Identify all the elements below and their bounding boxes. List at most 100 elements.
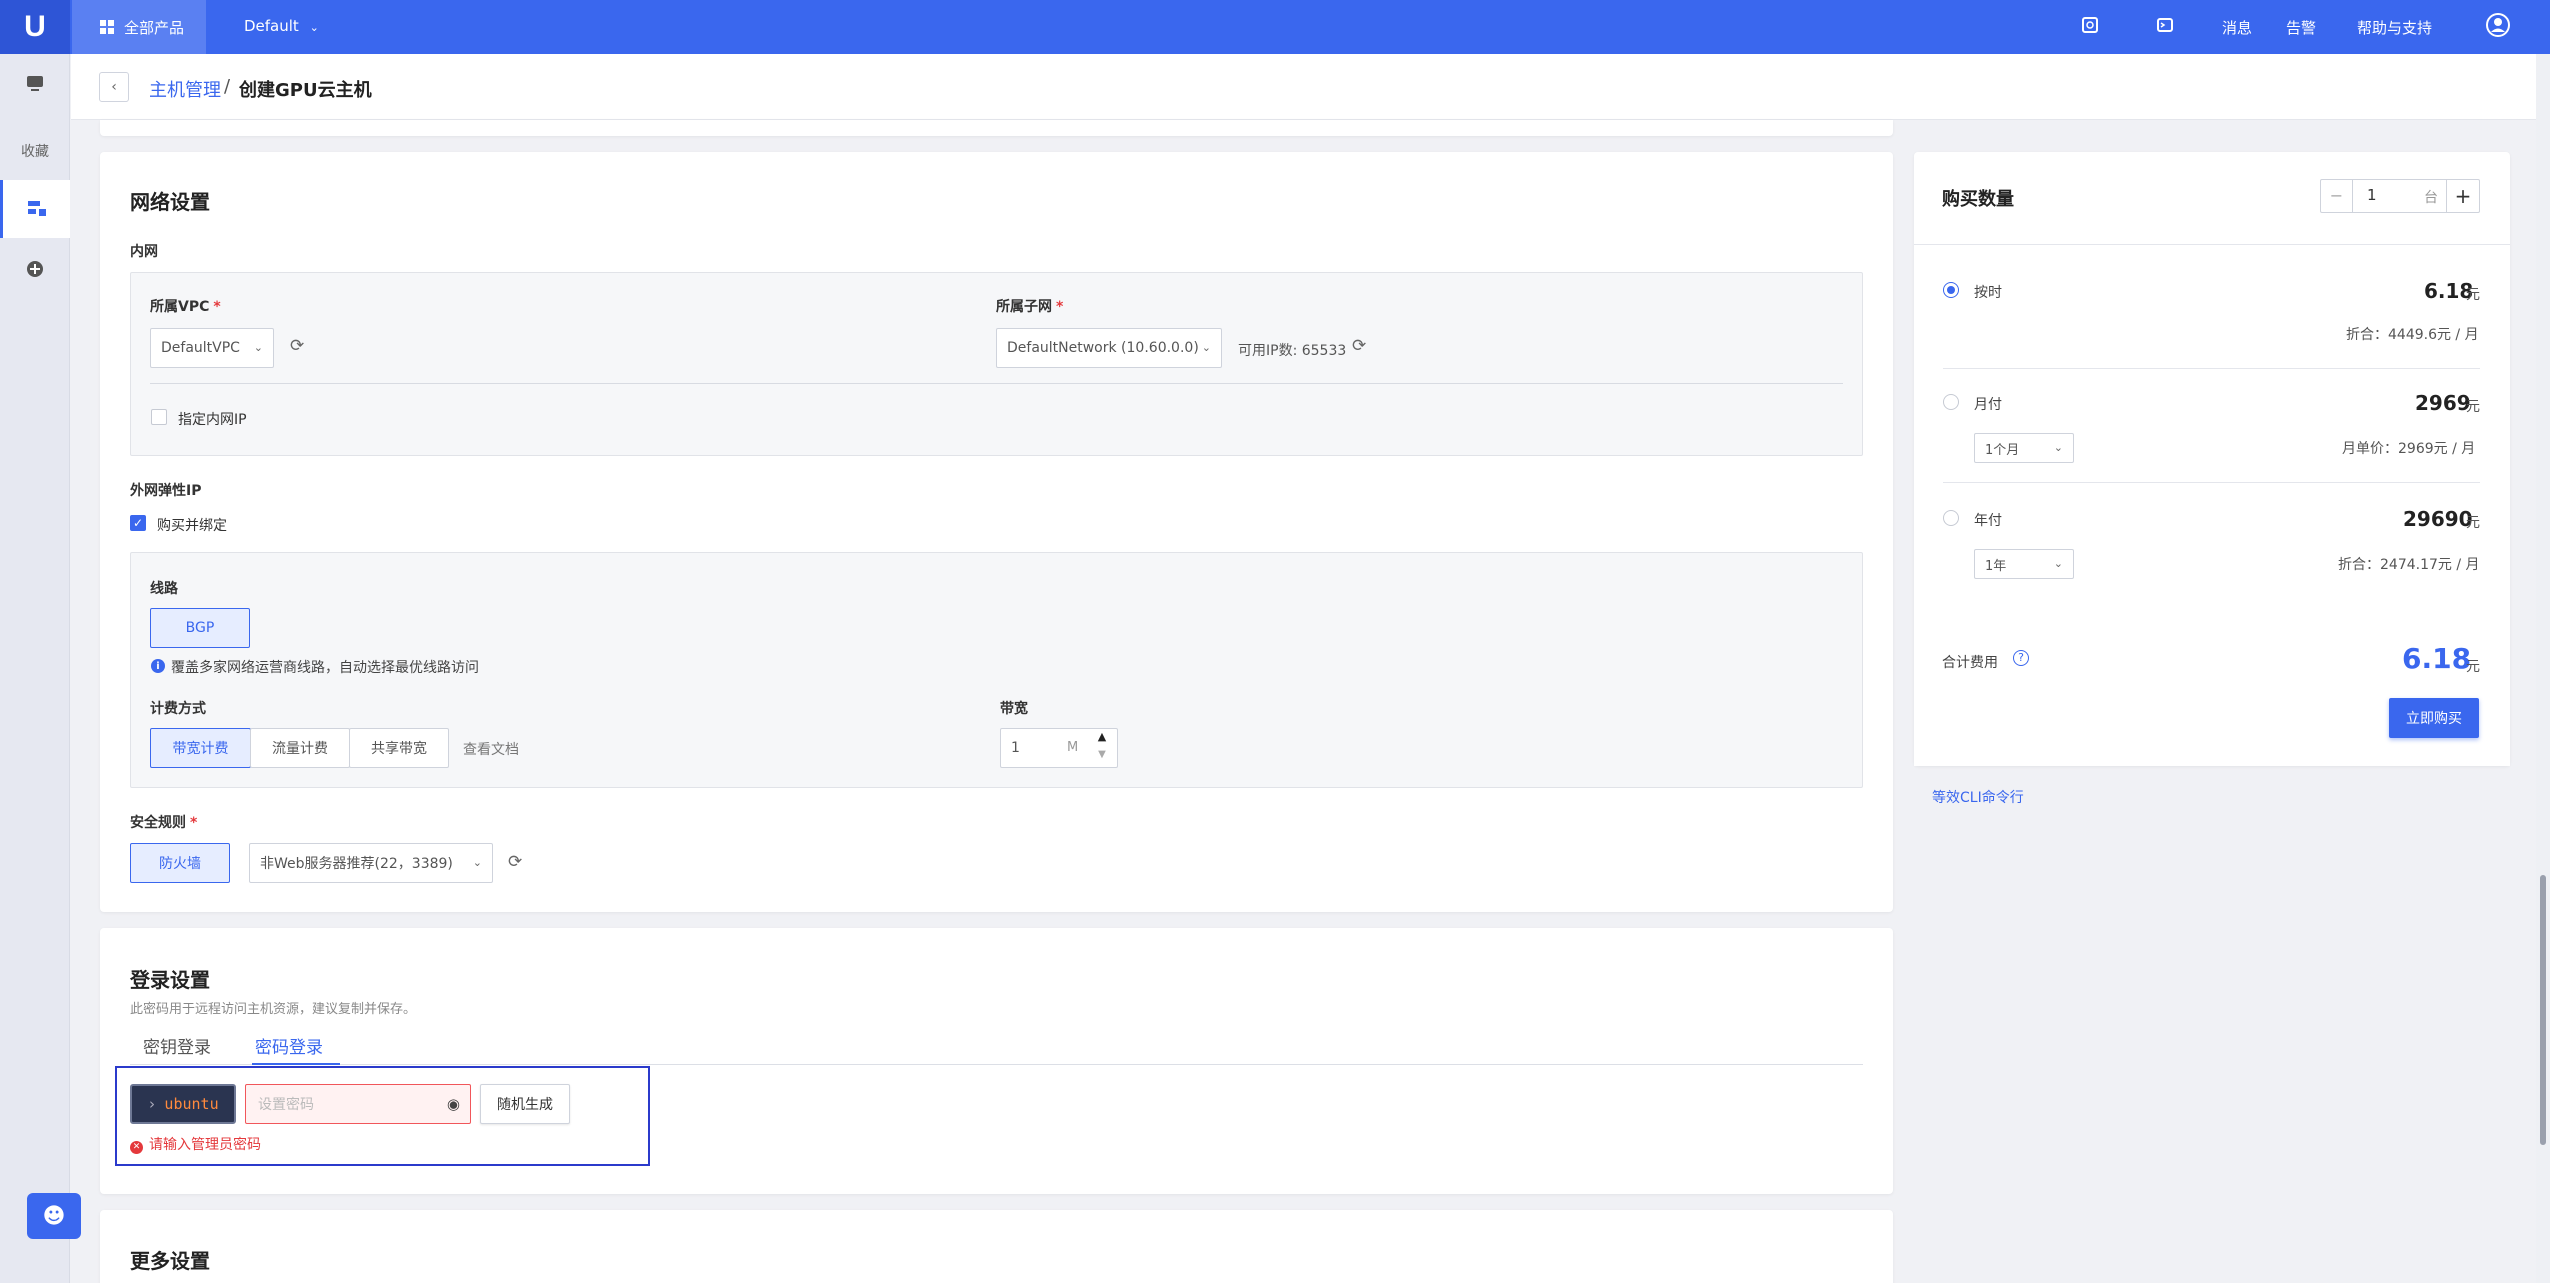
billing-traffic-button[interactable]: 流量计费 [250, 728, 350, 768]
line-bgp-button[interactable]: BGP [150, 608, 250, 648]
tab-active-indicator [252, 1063, 340, 1065]
purchase-title: 购买数量 [1942, 189, 2014, 210]
chevron-down-icon: ⌄ [2053, 441, 2063, 454]
password-error: ✕ 请输入管理员密码 [130, 1134, 261, 1154]
cli-link[interactable]: 等效CLI命令行 [1932, 787, 2024, 807]
breadcrumb-separator: / [224, 76, 231, 97]
bandwidth-stepper[interactable]: 1 M ▲ ▼ [1000, 728, 1118, 768]
view-docs-link[interactable]: 查看文档 [463, 739, 519, 759]
specify-ip-checkbox[interactable] [151, 409, 167, 425]
error-icon: ✕ [130, 1141, 143, 1154]
help-icon[interactable]: ? [2013, 650, 2029, 666]
chevron-down-icon: ⌄ [1201, 341, 1211, 354]
buy-bind-label: 购买并绑定 [157, 518, 227, 534]
subnet-label: 所属子网 * [996, 299, 1064, 315]
breadcrumb-parent[interactable]: 主机管理 [149, 76, 221, 102]
back-button[interactable]: ‹ [99, 72, 129, 102]
plan-hourly-unit: 元 [2466, 287, 2480, 303]
server-list-icon [27, 201, 46, 216]
plan-yearly-label: 年付 [1974, 513, 2002, 529]
stepper-down-icon[interactable]: ▼ [1089, 749, 1115, 767]
plan-yearly-unit: 元 [2466, 515, 2480, 531]
search-icon[interactable] [2082, 17, 2098, 37]
specify-ip-label: 指定内网IP [178, 412, 247, 428]
security-rule-value: 非Web服务器推荐(22，3389) [260, 856, 453, 872]
quantity-value[interactable]: 1 [2367, 186, 2377, 204]
chat-assistant-icon[interactable]: ☻ [27, 1193, 81, 1239]
terminal-icon[interactable] [2157, 17, 2173, 37]
bandwidth-value: 1 [1011, 740, 1020, 756]
user-avatar-icon[interactable] [2486, 13, 2510, 41]
eip-label: 外网弹性IP [130, 483, 202, 499]
total-label: 合计费用 [1942, 655, 1998, 671]
chevron-down-icon: ⌄ [253, 341, 263, 354]
vpc-select[interactable]: DefaultVPC ⌄ [150, 328, 274, 368]
plan-monthly-label: 月付 [1974, 397, 2002, 413]
network-section-title: 网络设置 [130, 190, 210, 214]
all-products-label: 全部产品 [124, 18, 185, 37]
chevron-down-icon: ⌄ [309, 21, 319, 34]
plan-monthly-unit: 元 [2466, 399, 2480, 415]
login-hint: 此密码用于远程访问主机资源，建议复制并保存。 [130, 1002, 417, 1017]
more-settings-card [100, 1210, 1893, 1283]
breadcrumb: ‹ 主机管理 / 创建GPU云主机 [71, 54, 2550, 120]
tab-divider [130, 1064, 1863, 1065]
refresh-icon[interactable]: ⟳ [508, 852, 522, 872]
monitor-icon[interactable] [0, 54, 70, 112]
network-icon[interactable] [0, 240, 70, 298]
brand-logo[interactable]: U [0, 0, 70, 54]
security-rule-select[interactable]: 非Web服务器推荐(22，3389) ⌄ [249, 843, 493, 883]
subnet-value: DefaultNetwork (10.60.0.0) [1007, 340, 1199, 356]
billing-bandwidth-button[interactable]: 带宽计费 [150, 728, 251, 768]
random-generate-button[interactable]: 随机生成 [480, 1084, 570, 1124]
network-settings-card [100, 152, 1893, 912]
plan-yearly-price: 29690 [2403, 507, 2473, 531]
plan-monthly-period: 1个月 [1985, 442, 2020, 458]
password-placeholder: 设置密码 [258, 1097, 314, 1113]
help-link[interactable]: 帮助与支持 [2357, 17, 2432, 38]
stepper-up-icon[interactable]: ▲ [1089, 730, 1115, 748]
buy-now-button[interactable]: 立即购买 [2389, 698, 2479, 738]
divider [1943, 482, 2480, 483]
divider [1943, 368, 2480, 369]
scrollbar-thumb[interactable] [2540, 875, 2546, 1145]
alerts-link[interactable]: 告警 [2286, 17, 2316, 38]
left-sidebar: 收藏 [0, 54, 70, 1283]
plan-monthly-radio[interactable] [1943, 394, 1959, 410]
plan-monthly-period-select[interactable]: 1个月 ⌄ [1974, 433, 2074, 463]
bandwidth-label: 带宽 [1000, 701, 1028, 717]
firewall-button[interactable]: 防火墙 [130, 843, 230, 883]
top-navbar: U 全部产品 Default ⌄ 消息 告警 帮助与支持 [0, 0, 2550, 54]
chevron-left-icon: ‹ [111, 79, 117, 95]
plus-icon[interactable]: + [2446, 180, 2479, 212]
refresh-icon[interactable]: ⟳ [290, 336, 304, 356]
password-input[interactable]: 设置密码 ◉ [245, 1084, 471, 1124]
divider [1914, 244, 2510, 245]
sidebar-item-hosts[interactable] [0, 180, 70, 238]
line-hint: 覆盖多家网络运营商线路，自动选择最优线路访问 [171, 660, 479, 676]
messages-link[interactable]: 消息 [2222, 17, 2252, 38]
tab-key-login[interactable]: 密钥登录 [143, 1033, 211, 1058]
info-icon: i [151, 659, 165, 673]
login-section-title: 登录设置 [130, 968, 210, 992]
minus-icon[interactable]: − [2321, 180, 2353, 212]
vpc-label: 所属VPC * [150, 299, 221, 315]
plan-monthly-sub: 月单价：2969元 / 月 [2342, 441, 2476, 457]
subnet-select[interactable]: DefaultNetwork (10.60.0.0) ⌄ [996, 328, 1222, 368]
project-selector[interactable]: Default ⌄ [244, 17, 319, 35]
chevron-down-icon: ⌄ [2053, 557, 2063, 570]
plan-yearly-radio[interactable] [1943, 510, 1959, 526]
grid-icon [100, 20, 114, 34]
tab-password-login[interactable]: 密码登录 [255, 1033, 323, 1058]
line-label: 线路 [150, 581, 178, 597]
refresh-icon[interactable]: ⟳ [1352, 336, 1366, 356]
plan-yearly-period-select[interactable]: 1年 ⌄ [1974, 549, 2074, 579]
sidebar-favorites[interactable]: 收藏 [0, 122, 70, 180]
eye-icon[interactable]: ◉ [447, 1095, 460, 1113]
billing-shared-button[interactable]: 共享带宽 [349, 728, 449, 768]
chevron-down-icon: ⌄ [472, 856, 482, 869]
plan-hourly-radio[interactable] [1943, 282, 1959, 298]
all-products-button[interactable]: 全部产品 [72, 0, 206, 54]
buy-bind-checkbox[interactable]: ✓ [130, 515, 146, 531]
more-section-title: 更多设置 [130, 1249, 210, 1273]
